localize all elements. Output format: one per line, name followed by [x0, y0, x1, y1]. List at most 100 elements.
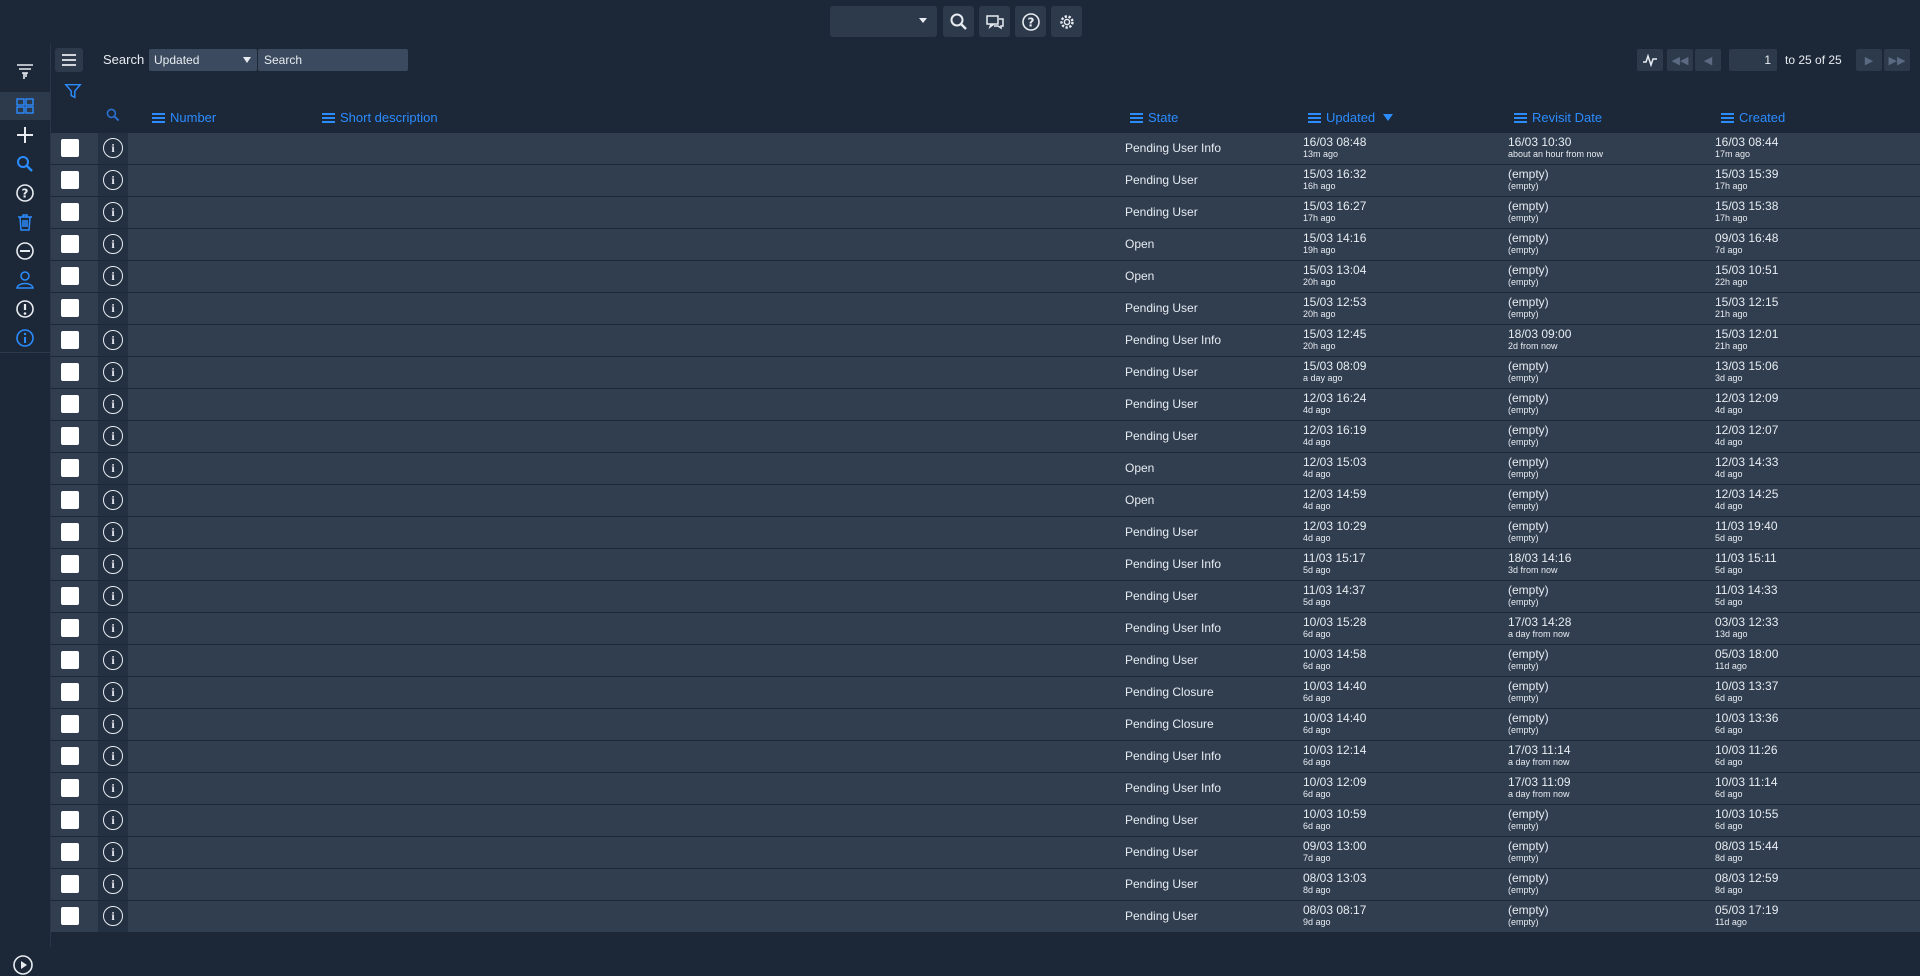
table-row[interactable]: i Pending User Info 16/03 08:48 13m ago …: [51, 133, 1920, 165]
table-row[interactable]: i Pending User 08/03 08:17 9d ago (empty…: [51, 901, 1920, 933]
info-icon[interactable]: i: [103, 554, 123, 574]
row-checkbox[interactable]: [61, 779, 79, 797]
table-row[interactable]: i Pending User Info 11/03 15:17 5d ago 1…: [51, 549, 1920, 581]
info-icon[interactable]: i: [103, 650, 123, 670]
table-row[interactable]: i Pending User 15/03 16:27 17h ago (empt…: [51, 197, 1920, 229]
info-icon[interactable]: i: [103, 298, 123, 318]
row-checkbox[interactable]: [61, 203, 79, 221]
table-row[interactable]: i Pending User 12/03 10:29 4d ago (empty…: [51, 517, 1920, 549]
table-row[interactable]: i Pending User 15/03 16:32 16h ago (empt…: [51, 165, 1920, 197]
column-created[interactable]: Created: [1721, 110, 1785, 125]
info-icon[interactable]: i: [103, 170, 123, 190]
info-icon[interactable]: i: [103, 394, 123, 414]
first-page-button[interactable]: ◀◀: [1667, 49, 1693, 71]
info-icon[interactable]: i: [103, 362, 123, 382]
row-checkbox[interactable]: [61, 907, 79, 925]
info-icon[interactable]: i: [103, 490, 123, 510]
column-revisit-date[interactable]: Revisit Date: [1514, 110, 1602, 125]
table-row[interactable]: i Open 12/03 15:03 4d ago (empty) (empty…: [51, 453, 1920, 485]
column-menu-icon[interactable]: [1130, 112, 1143, 123]
table-row[interactable]: i Pending User 08/03 13:03 8d ago (empty…: [51, 869, 1920, 901]
play-icon[interactable]: [12, 954, 34, 976]
info-icon[interactable]: i: [103, 842, 123, 862]
row-checkbox[interactable]: [61, 555, 79, 573]
info-icon[interactable]: i: [103, 874, 123, 894]
info-icon[interactable]: i: [103, 330, 123, 350]
table-row[interactable]: i Pending User Info 15/03 12:45 20h ago …: [51, 325, 1920, 357]
column-menu-icon[interactable]: [1308, 112, 1321, 123]
global-search-button[interactable]: [943, 6, 974, 37]
row-checkbox[interactable]: [61, 267, 79, 285]
table-row[interactable]: i Pending User 15/03 08:09 a day ago (em…: [51, 357, 1920, 389]
next-page-button[interactable]: ▶: [1856, 49, 1882, 71]
column-short-description[interactable]: Short description: [322, 110, 438, 125]
row-checkbox[interactable]: [61, 395, 79, 413]
column-menu-icon[interactable]: [152, 112, 165, 123]
row-checkbox[interactable]: [61, 683, 79, 701]
table-row[interactable]: i Pending User 09/03 13:00 7d ago (empty…: [51, 837, 1920, 869]
row-checkbox[interactable]: [61, 235, 79, 253]
table-row[interactable]: i Pending User 10/03 10:59 6d ago (empty…: [51, 805, 1920, 837]
page-number-input[interactable]: [1729, 49, 1777, 71]
info-icon[interactable]: i: [103, 746, 123, 766]
row-checkbox[interactable]: [61, 587, 79, 605]
settings-button[interactable]: [1051, 6, 1082, 37]
info-icon[interactable]: i: [103, 586, 123, 606]
info-icon[interactable]: i: [103, 458, 123, 478]
rail-info[interactable]: [0, 324, 50, 352]
info-icon[interactable]: i: [103, 426, 123, 446]
row-checkbox[interactable]: [61, 715, 79, 733]
table-row[interactable]: i Pending User 11/03 14:37 5d ago (empty…: [51, 581, 1920, 613]
table-row[interactable]: i Open 15/03 13:04 20h ago (empty) (empt…: [51, 261, 1920, 293]
column-menu-icon[interactable]: [322, 112, 335, 123]
info-icon[interactable]: i: [103, 618, 123, 638]
info-icon[interactable]: i: [103, 202, 123, 222]
table-row[interactable]: i Pending User Info 10/03 12:09 6d ago 1…: [51, 773, 1920, 805]
rail-new[interactable]: [0, 121, 50, 149]
info-icon[interactable]: i: [103, 266, 123, 286]
help-button[interactable]: ?: [1015, 6, 1046, 37]
rail-search[interactable]: [0, 150, 50, 178]
info-icon[interactable]: i: [103, 234, 123, 254]
table-row[interactable]: i Pending User 12/03 16:19 4d ago (empty…: [51, 421, 1920, 453]
row-checkbox[interactable]: [61, 875, 79, 893]
table-row[interactable]: i Pending User Info 10/03 15:28 6d ago 1…: [51, 613, 1920, 645]
row-checkbox[interactable]: [61, 523, 79, 541]
table-row[interactable]: i Pending User 10/03 14:58 6d ago (empty…: [51, 645, 1920, 677]
row-checkbox[interactable]: [61, 491, 79, 509]
table-row[interactable]: i Pending User 15/03 12:53 20h ago (empt…: [51, 293, 1920, 325]
info-icon[interactable]: i: [103, 682, 123, 702]
column-number[interactable]: Number: [152, 110, 216, 125]
column-menu-icon[interactable]: [1514, 112, 1527, 123]
row-checkbox[interactable]: [61, 747, 79, 765]
prev-page-button[interactable]: ◀: [1695, 49, 1721, 71]
rail-remove[interactable]: [0, 237, 50, 265]
rail-filter[interactable]: [0, 58, 50, 86]
rail-delete[interactable]: [0, 208, 50, 236]
info-icon[interactable]: i: [103, 810, 123, 830]
context-select[interactable]: [830, 6, 937, 37]
row-checkbox[interactable]: [61, 139, 79, 157]
info-icon[interactable]: i: [103, 522, 123, 542]
row-checkbox[interactable]: [61, 299, 79, 317]
table-row[interactable]: i Open 12/03 14:59 4d ago (empty) (empty…: [51, 485, 1920, 517]
column-updated[interactable]: Updated: [1308, 110, 1394, 125]
info-icon[interactable]: i: [103, 778, 123, 798]
last-page-button[interactable]: ▶▶: [1884, 49, 1910, 71]
row-checkbox[interactable]: [61, 363, 79, 381]
rail-help[interactable]: ?: [0, 179, 50, 207]
rail-alert[interactable]: [0, 295, 50, 323]
rail-user[interactable]: [0, 266, 50, 294]
table-row[interactable]: i Pending Closure 10/03 14:40 6d ago (em…: [51, 709, 1920, 741]
table-row[interactable]: i Open 15/03 14:16 19h ago (empty) (empt…: [51, 229, 1920, 261]
list-menu-button[interactable]: [55, 48, 83, 72]
row-checkbox[interactable]: [61, 331, 79, 349]
table-row[interactable]: i Pending Closure 10/03 14:40 6d ago (em…: [51, 677, 1920, 709]
row-checkbox[interactable]: [61, 427, 79, 445]
search-field-select[interactable]: Updated: [149, 49, 257, 71]
info-icon[interactable]: i: [103, 906, 123, 926]
activity-button[interactable]: [1637, 49, 1663, 71]
table-row[interactable]: i Pending User Info 10/03 12:14 6d ago 1…: [51, 741, 1920, 773]
row-checkbox[interactable]: [61, 171, 79, 189]
table-row[interactable]: i Pending User 12/03 16:24 4d ago (empty…: [51, 389, 1920, 421]
